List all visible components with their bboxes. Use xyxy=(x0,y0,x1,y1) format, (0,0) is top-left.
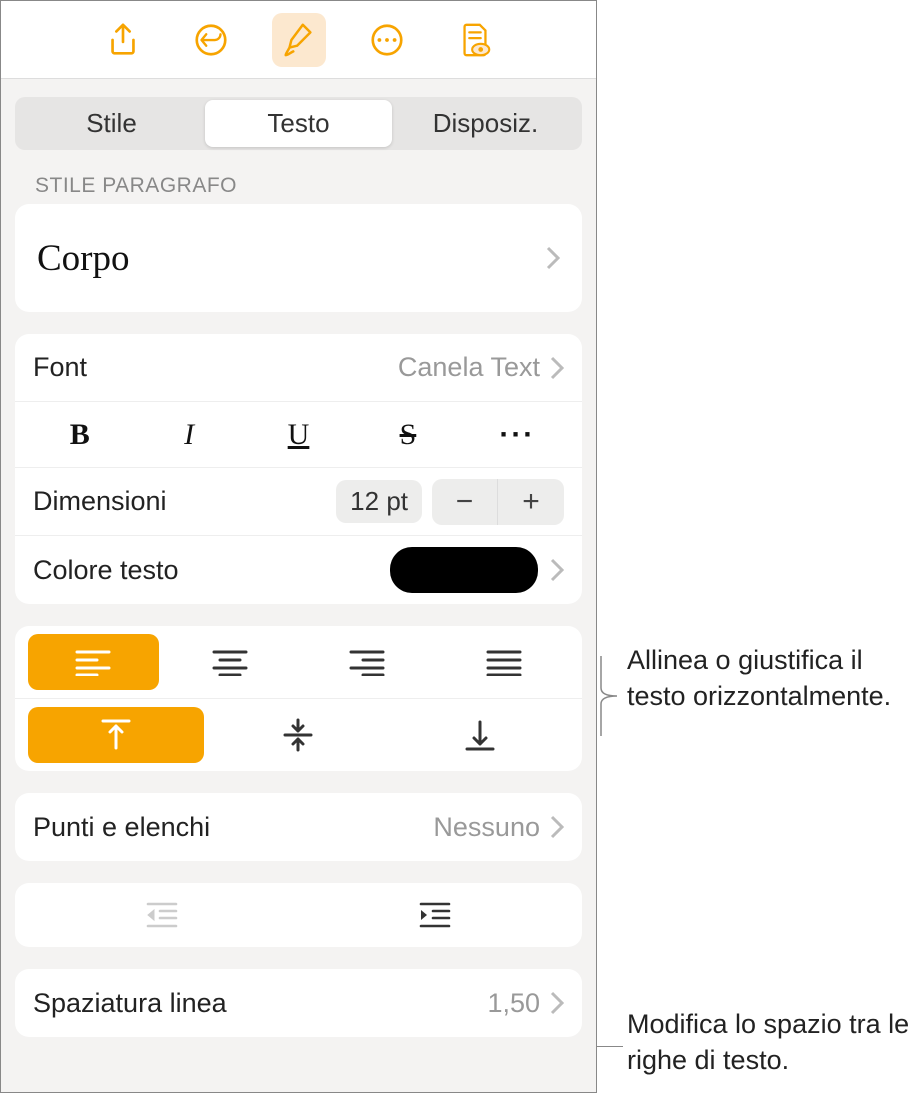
increase-indent-button[interactable] xyxy=(299,893,573,937)
italic-button[interactable]: I xyxy=(134,410,243,460)
top-toolbar xyxy=(1,1,596,79)
strikethrough-button[interactable]: S xyxy=(353,410,462,460)
align-right-icon xyxy=(349,648,385,676)
valign-middle-button[interactable] xyxy=(210,707,386,763)
align-justify-button[interactable] xyxy=(438,634,569,690)
tab-stile[interactable]: Stile xyxy=(18,100,205,147)
valign-bottom-icon xyxy=(465,718,495,752)
tab-testo[interactable]: Testo xyxy=(205,100,392,147)
align-justify-icon xyxy=(486,648,522,676)
callout-alignment: Allinea o giustifica il testo orizzontal… xyxy=(627,642,923,715)
font-row[interactable]: Font Canela Text xyxy=(15,334,582,402)
text-color-swatch[interactable] xyxy=(390,547,538,593)
more-circle-icon xyxy=(368,21,406,59)
text-color-row[interactable]: Colore testo xyxy=(15,536,582,604)
inspector-tabs: Stile Testo Disposiz. xyxy=(15,97,582,150)
underline-button[interactable]: U xyxy=(244,410,353,460)
undo-icon xyxy=(192,21,230,59)
bold-button[interactable]: B xyxy=(25,410,134,460)
line-spacing-label: Spaziatura linea xyxy=(33,988,227,1019)
horizontal-align-row xyxy=(15,626,582,699)
line-spacing-card: Spaziatura linea 1,50 xyxy=(15,969,582,1037)
document-options-button[interactable] xyxy=(448,13,502,67)
paragraph-style-card: Corpo xyxy=(15,204,582,312)
alignment-card xyxy=(15,626,582,771)
chevron-right-icon xyxy=(550,815,564,839)
line-spacing-value: 1,50 xyxy=(487,988,540,1019)
font-label: Font xyxy=(33,352,87,383)
annotation-area: Allinea o giustifica il testo orizzontal… xyxy=(597,0,923,1093)
share-icon xyxy=(104,21,142,59)
more-button[interactable] xyxy=(360,13,414,67)
undo-button[interactable] xyxy=(184,13,238,67)
line-spacing-row[interactable]: Spaziatura linea 1,50 xyxy=(15,969,582,1037)
bullets-card: Punti e elenchi Nessuno xyxy=(15,793,582,861)
chevron-right-icon xyxy=(550,991,564,1015)
decrease-indent-icon xyxy=(144,900,180,930)
valign-top-button[interactable] xyxy=(28,707,204,763)
valign-top-icon xyxy=(101,718,131,752)
bullets-row[interactable]: Punti e elenchi Nessuno xyxy=(15,793,582,861)
size-label: Dimensioni xyxy=(33,486,167,517)
size-row: Dimensioni 12 pt − + xyxy=(15,468,582,536)
bracket-icon xyxy=(597,656,619,741)
chevron-right-icon xyxy=(546,246,560,270)
valign-bottom-button[interactable] xyxy=(392,707,568,763)
more-text-options-button[interactable]: ··· xyxy=(463,410,572,460)
bullets-value: Nessuno xyxy=(433,812,540,843)
chevron-right-icon xyxy=(550,356,564,380)
decrease-indent-button[interactable] xyxy=(25,893,299,937)
align-right-button[interactable] xyxy=(302,634,433,690)
size-increase-button[interactable]: + xyxy=(498,479,564,525)
leader-line xyxy=(597,1046,623,1047)
inspector-content: Stile Testo Disposiz. STILE PARAGRAFO Co… xyxy=(1,79,596,1092)
valign-middle-icon xyxy=(283,718,313,752)
format-brush-icon xyxy=(280,21,318,59)
increase-indent-icon xyxy=(417,900,453,930)
align-left-icon xyxy=(75,648,111,676)
align-center-button[interactable] xyxy=(165,634,296,690)
indent-row xyxy=(15,883,582,947)
format-button[interactable] xyxy=(272,13,326,67)
font-value: Canela Text xyxy=(398,352,540,383)
chevron-right-icon xyxy=(550,558,564,582)
size-value-button[interactable]: 12 pt xyxy=(336,480,422,523)
size-stepper: − + xyxy=(432,479,564,525)
tab-disposiz[interactable]: Disposiz. xyxy=(392,100,579,147)
callout-spacing: Modifica lo spazio tra le righe di testo… xyxy=(627,1006,923,1079)
align-left-button[interactable] xyxy=(28,634,159,690)
font-card: Font Canela Text B I U S ··· Dimensioni … xyxy=(15,334,582,604)
format-inspector-panel: Stile Testo Disposiz. STILE PARAGRAFO Co… xyxy=(0,0,597,1093)
align-center-icon xyxy=(212,648,248,676)
text-color-label: Colore testo xyxy=(33,555,179,586)
indent-card xyxy=(15,883,582,947)
paragraph-style-section-label: STILE PARAGRAFO xyxy=(35,174,582,198)
doc-eye-icon xyxy=(456,21,494,59)
paragraph-style-row[interactable]: Corpo xyxy=(15,204,582,312)
share-button[interactable] xyxy=(96,13,150,67)
size-decrease-button[interactable]: − xyxy=(432,479,498,525)
text-style-row: B I U S ··· xyxy=(15,402,582,468)
paragraph-style-value: Corpo xyxy=(37,237,130,280)
vertical-align-row xyxy=(15,699,582,771)
bullets-label: Punti e elenchi xyxy=(33,812,210,843)
